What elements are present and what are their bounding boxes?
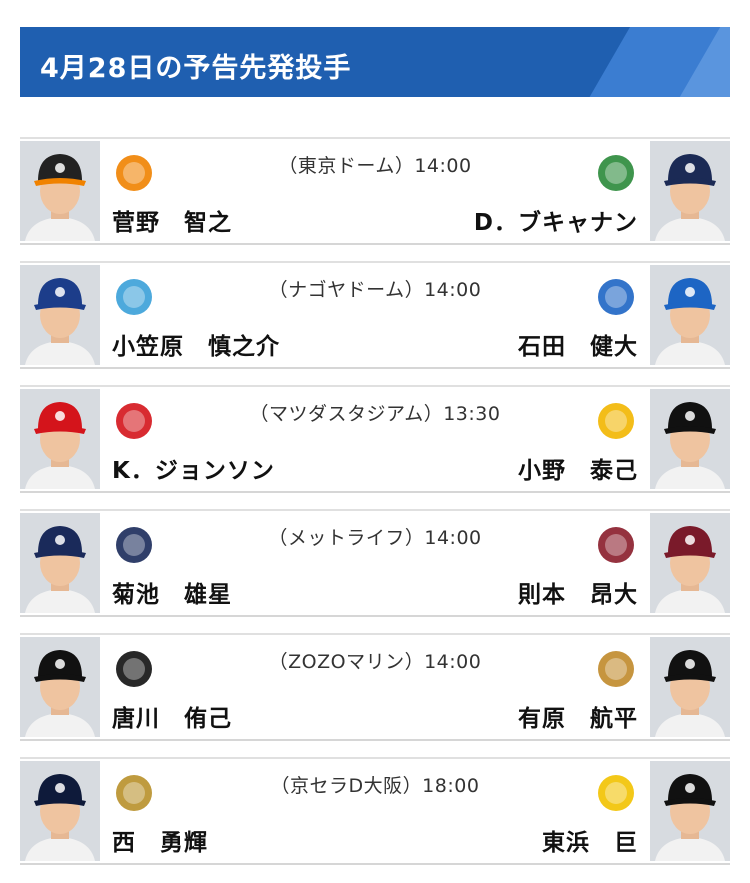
game-card[interactable]: （京セラD大阪）18:00 西 勇輝 東浜 巨 <box>20 757 730 865</box>
header-banner: 4月28日の予告先発投手 <box>20 27 730 97</box>
fighters-logo-icon <box>594 647 638 691</box>
pitcher-photo-away[interactable] <box>650 265 730 365</box>
away-pitcher-name[interactable]: 東浜 巨 <box>542 823 638 857</box>
away-pitcher-name[interactable]: 有原 航平 <box>518 699 638 733</box>
pitcher-photo-away[interactable] <box>650 637 730 737</box>
away-pitcher-name[interactable]: 則本 昂大 <box>518 575 638 609</box>
home-pitcher-name[interactable]: 小笠原 慎之介 <box>112 327 280 361</box>
pitcher-photo-away[interactable] <box>650 389 730 489</box>
home-pitcher-name[interactable]: 菅野 智之 <box>112 203 232 237</box>
game-card[interactable]: （東京ドーム）14:00 菅野 智之 D．ブキャナン <box>20 137 730 245</box>
away-pitcher-name[interactable]: D．ブキャナン <box>474 203 638 237</box>
game-card[interactable]: （マツダスタジアム）13:30 K．ジョンソン 小野 泰己 <box>20 385 730 493</box>
pitcher-photo-away[interactable] <box>650 141 730 241</box>
game-card[interactable]: （ナゴヤドーム）14:00 小笠原 慎之介 石田 健大 <box>20 261 730 369</box>
home-pitcher-name[interactable]: 菊池 雄星 <box>112 575 232 609</box>
pitcher-photo-away[interactable] <box>650 513 730 613</box>
baystars-logo-icon <box>594 275 638 319</box>
eagles-logo-icon <box>594 523 638 567</box>
game-card[interactable]: （ZOZOマリン）14:00 唐川 侑己 有原 航平 <box>20 633 730 741</box>
home-pitcher-name[interactable]: 唐川 侑己 <box>112 699 232 733</box>
hawks-logo-icon <box>594 771 638 815</box>
pitcher-photo-away[interactable] <box>650 761 730 861</box>
away-pitcher-name[interactable]: 小野 泰己 <box>518 451 638 485</box>
away-pitcher-name[interactable]: 石田 健大 <box>518 327 638 361</box>
swallows-logo-icon <box>594 151 638 195</box>
tigers-logo-icon <box>594 399 638 443</box>
home-pitcher-name[interactable]: 西 勇輝 <box>112 823 208 857</box>
page-title: 4月28日の予告先発投手 <box>40 53 352 84</box>
home-pitcher-name[interactable]: K．ジョンソン <box>112 451 275 485</box>
game-card[interactable]: （メットライフ）14:00 菊池 雄星 則本 昂大 <box>20 509 730 617</box>
